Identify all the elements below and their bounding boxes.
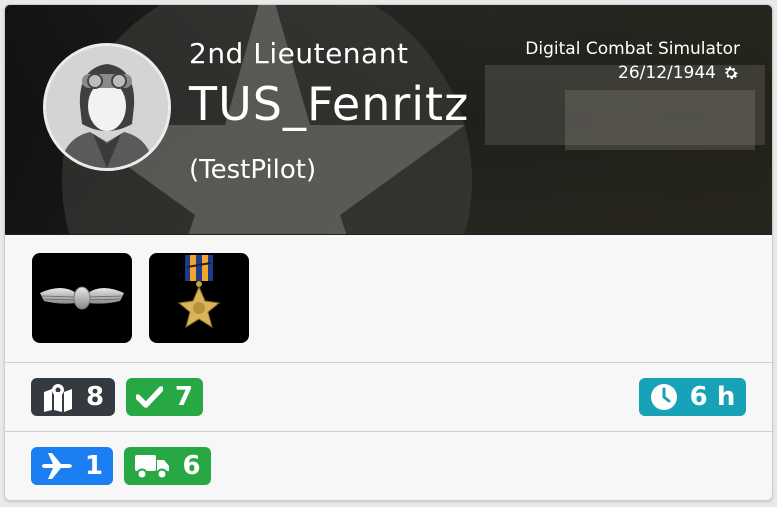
map-icon	[43, 384, 72, 412]
flight-time-badge[interactable]: 6 h	[639, 378, 746, 416]
completed-count: 7	[174, 382, 193, 412]
clock-icon	[650, 384, 677, 410]
missions-count: 8	[85, 382, 105, 412]
missions-badge[interactable]: 8	[31, 378, 115, 416]
medal-air-medal[interactable]	[149, 253, 249, 343]
air-kills-badge[interactable]: 1	[31, 447, 113, 485]
medals-row	[5, 235, 772, 363]
gear-icon[interactable]	[722, 64, 740, 82]
stats-row-kills: 1 6	[5, 432, 772, 500]
ground-kills-badge[interactable]: 6	[124, 447, 211, 485]
server-date-line: 26/12/1944	[525, 61, 740, 85]
server-date: 26/12/1944	[618, 63, 716, 83]
pilot-name: TUS_Fenritz	[189, 77, 470, 131]
truck-icon	[135, 455, 170, 480]
air-medal-icon	[177, 255, 221, 329]
pilot-silhouette-icon	[46, 46, 168, 168]
server-info: Digital Combat Simulator 26/12/1944	[525, 37, 740, 85]
medal-pilot-wings[interactable]	[32, 253, 132, 343]
flight-time-value: 6 h	[689, 382, 736, 412]
server-name: Digital Combat Simulator	[525, 39, 740, 59]
pilot-card: 2nd Lieutenant TUS_Fenritz (TestPilot) D…	[4, 4, 773, 501]
air-kills-count: 1	[84, 451, 103, 481]
pilot-avatar	[43, 43, 171, 171]
completed-badge[interactable]: 7	[126, 378, 203, 416]
stats-row-missions: 8 7 6 h	[5, 363, 772, 432]
plane-icon	[41, 453, 72, 479]
wings-badge-icon	[40, 286, 124, 310]
ground-kills-count: 6	[182, 451, 201, 481]
check-icon	[136, 386, 163, 408]
pilot-header: 2nd Lieutenant TUS_Fenritz (TestPilot) D…	[5, 5, 772, 235]
pilot-rank: 2nd Lieutenant	[189, 37, 409, 70]
pilot-squad: (TestPilot)	[189, 155, 317, 185]
